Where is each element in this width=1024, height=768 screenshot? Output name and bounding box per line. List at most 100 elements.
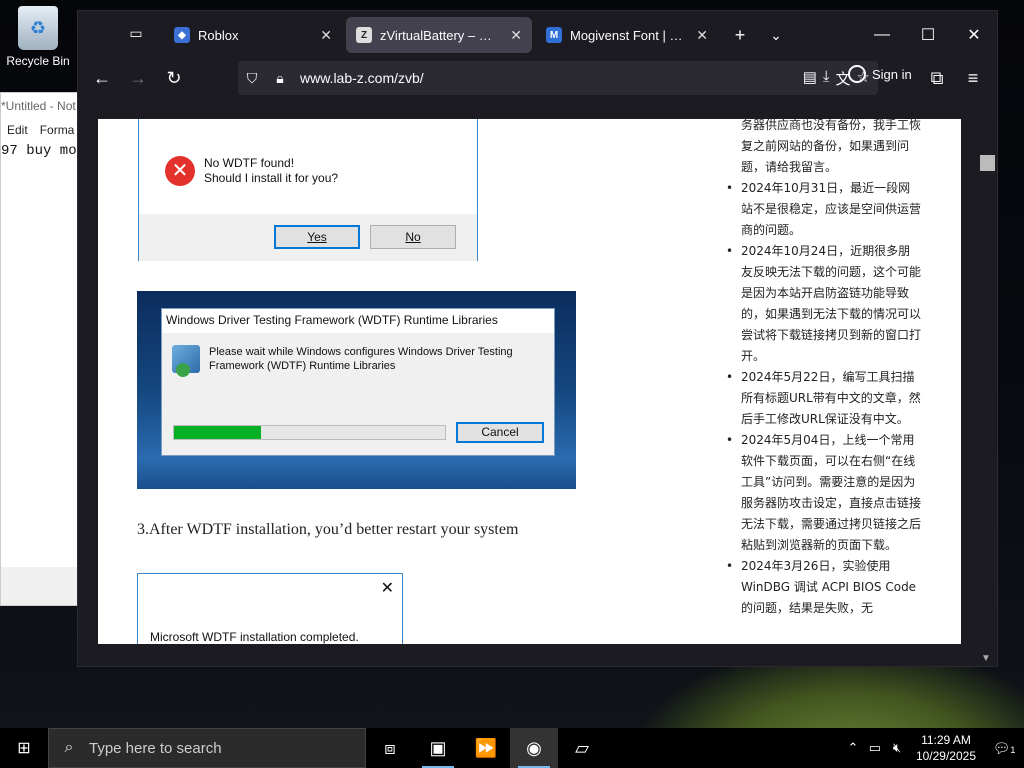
news-sidebar: 务器供应商也没有备份，我手工恢复之前网站的备份，如果遇到问题，请给我留言。 20… [726, 119, 922, 619]
reload-icon[interactable]: ↻ [156, 62, 192, 94]
url-text[interactable]: www.lab-z.com/zvb/ [300, 70, 803, 86]
system-tray: ⌃ ▭ 🔇︎ 11:29 AM 10/29/2025 💬︎1 [842, 728, 1024, 768]
section-heading: 3.After WDTF installation, you’d better … [137, 521, 519, 538]
installing-message: Please wait while Windows configures Win… [209, 346, 513, 372]
recycle-bin[interactable]: Recycle Bin [6, 6, 70, 68]
close-tab-icon[interactable]: ✕ [510, 27, 522, 44]
content-viewport: ✕ No WDTF found! Should I install it for… [78, 99, 997, 644]
sign-in-button[interactable]: Sign in [848, 65, 912, 83]
tab-roblox[interactable]: ◆ Roblox ✕ [164, 17, 342, 53]
extensions-puzzle-icon[interactable]: ⧉ [919, 62, 955, 94]
news-item: 2024年3月26日，实验使用WinDBG 调试 ACPI BIOS Code的… [726, 556, 922, 619]
installer-icon [172, 345, 200, 377]
news-item: 2024年10月31日，最近一段网站不是很稳定，应该是空间供运营商的问题。 [726, 178, 922, 241]
tab-mogivenst-font[interactable]: M Mogivenst Font | Webfonts ✕ [536, 17, 718, 53]
installing-wdtf-screenshot: Windows Driver Testing Framework (WDTF) … [137, 291, 576, 489]
notepad-title: *Untitled - Not [1, 99, 76, 113]
close-tab-icon[interactable]: ✕ [320, 27, 332, 44]
message-line-1: No WDTF found! [204, 156, 295, 170]
minimize-icon[interactable]: — [859, 11, 905, 59]
news-item: 2024年10月24日，近期很多朋友反映无法下载的问题，这个可能是因为本站开启防… [726, 241, 922, 367]
scroll-down-arrow-icon[interactable]: ▼ [981, 653, 991, 664]
progress-fill [174, 426, 261, 439]
clock-date: 10/29/2025 [915, 749, 976, 763]
task-view-icon[interactable]: ⧈ [366, 728, 414, 768]
account-avatar-icon [848, 65, 866, 83]
recycle-bin-icon [18, 6, 58, 50]
url-bar[interactable]: ⛉ 🔒︎ www.lab-z.com/zvb/ ▤ ⤓ 文 ☆ [238, 61, 878, 95]
notifications-icon[interactable]: 💬︎1 [984, 740, 1024, 757]
notepad-text[interactable]: 97 buy mog [1, 141, 77, 581]
close-tab-icon[interactable]: ✕ [696, 27, 708, 44]
news-item: 2024年5月22日，编写工具扫描所有标题URL带有中文的文章，然后手工修改UR… [726, 367, 922, 430]
notepad-menu-edit[interactable]: Edit [7, 123, 28, 141]
recycle-bin-label: Recycle Bin [6, 54, 70, 68]
dialog-message: No WDTF found! Should I install it for y… [204, 156, 338, 186]
forward-arrow-icon[interactable]: → [120, 62, 156, 94]
photos-app-icon[interactable]: ▣ [414, 728, 462, 768]
maximize-icon[interactable]: ☐ [905, 11, 951, 59]
dialog-footer: Yes No [139, 214, 477, 261]
clock[interactable]: 11:29 AM 10/29/2025 [908, 732, 984, 764]
reader-view-icon[interactable]: ▤ [803, 68, 817, 89]
tab-zvirtualbattery[interactable]: Z zVirtualBattery – WWW.LAB-Z.COM ✕ [346, 17, 532, 53]
lock-icon[interactable]: 🔒︎ [266, 70, 294, 87]
cancel-button: Cancel [456, 422, 544, 443]
volume-muted-icon[interactable]: 🔇︎ [886, 740, 908, 756]
page-scrollbar[interactable]: ▼ [977, 99, 997, 664]
yes-button: Yes [274, 225, 360, 249]
toolbar-right: ⧉ ≡ [919, 62, 991, 94]
completed-dialog-image: ✕ Microsoft WDTF installation completed. [137, 573, 403, 644]
no-wdtf-dialog-image: ✕ No WDTF found! Should I install it for… [138, 119, 478, 261]
notepad-app-icon[interactable]: ▱ [558, 728, 606, 768]
roblox-favicon-icon: ◆ [174, 27, 190, 43]
error-icon: ✕ [165, 156, 195, 186]
installing-dialog-title: Windows Driver Testing Framework (WDTF) … [162, 309, 554, 333]
installing-dialog: Windows Driver Testing Framework (WDTF) … [161, 308, 555, 456]
show-hidden-icons-chevron-up-icon[interactable]: ⌃ [842, 740, 864, 756]
close-window-icon[interactable]: ✕ [951, 11, 997, 59]
nav-bar: ← → ↻ ⛉ 🔒︎ www.lab-z.com/zvb/ ▤ ⤓ 文 ☆ Si… [78, 59, 997, 97]
window-controls: — ☐ ✕ [859, 11, 997, 59]
no-button: No [370, 225, 456, 249]
web-page: ✕ No WDTF found! Should I install it for… [98, 119, 961, 644]
taskbar: ⊞ ⌕ Type here to search ⧈ ▣ ⏩ ◉ ▱ ⌃ ▭ 🔇︎… [0, 728, 1024, 768]
lab-z-favicon-icon: Z [356, 27, 372, 43]
new-tab-icon[interactable]: + [722, 25, 758, 46]
notepad-status-area [1, 567, 77, 605]
notepad-window[interactable]: *Untitled - Not Edit Forma 97 buy mog [0, 92, 78, 606]
news-list: 2024年10月31日，最近一段网站不是很稳定，应该是空间供运营商的问题。 20… [726, 178, 922, 619]
browser-window: ▭ ◆ Roblox ✕ Z zVirtualBattery – WWW.LAB… [77, 10, 998, 667]
menu-hamburger-icon[interactable]: ≡ [955, 62, 991, 94]
news-continuation: 务器供应商也没有备份，我手工恢复之前网站的备份，如果遇到问题，请给我留言。 [741, 119, 922, 174]
sign-in-label: Sign in [872, 66, 912, 82]
tab-bar: ▭ ◆ Roblox ✕ Z zVirtualBattery – WWW.LAB… [78, 11, 997, 59]
progress-bar [173, 425, 446, 440]
save-to-pocket-icon[interactable]: ⤓ [823, 68, 830, 89]
shield-icon[interactable]: ⛉ [238, 70, 266, 87]
dialog-body: ✕ No WDTF found! Should I install it for… [139, 119, 477, 214]
completed-message: Microsoft WDTF installation completed. [150, 630, 359, 644]
notification-count: 1 [1010, 744, 1016, 755]
news-item: 2024年5月04日，上线一个常用软件下载页面，可以在右侧“在线工具”访问到。需… [726, 430, 922, 556]
windows-start-icon[interactable]: ⊞ [0, 728, 48, 768]
network-icon[interactable]: ▭ [864, 740, 886, 756]
search-placeholder: Type here to search [89, 739, 222, 757]
webfonts-favicon-icon: M [546, 27, 562, 43]
clock-time: 11:29 AM [921, 733, 971, 747]
tab-overview-icon[interactable]: ▭ [126, 25, 146, 45]
search-icon: ⌕ [64, 739, 74, 756]
message-line-2: Should I install it for you? [204, 171, 339, 185]
notepad-menu: Edit Forma [1, 121, 77, 141]
back-arrow-icon[interactable]: ← [84, 62, 120, 94]
taskbar-search-box[interactable]: ⌕ Type here to search [48, 728, 366, 768]
close-icon: ✕ [380, 580, 394, 597]
tab-label: Roblox [198, 27, 239, 43]
media-app-icon[interactable]: ⏩ [462, 728, 510, 768]
notepad-menu-format[interactable]: Forma [40, 123, 75, 141]
firefox-icon[interactable]: ◉ [510, 728, 558, 768]
tab-label: Mogivenst Font | Webfonts [570, 27, 689, 43]
tab-label: zVirtualBattery – WWW.LAB-Z.COM [380, 27, 503, 43]
scrollbar-thumb[interactable] [980, 155, 995, 171]
list-tabs-chevron-down-icon[interactable]: ⌄ [758, 27, 794, 44]
